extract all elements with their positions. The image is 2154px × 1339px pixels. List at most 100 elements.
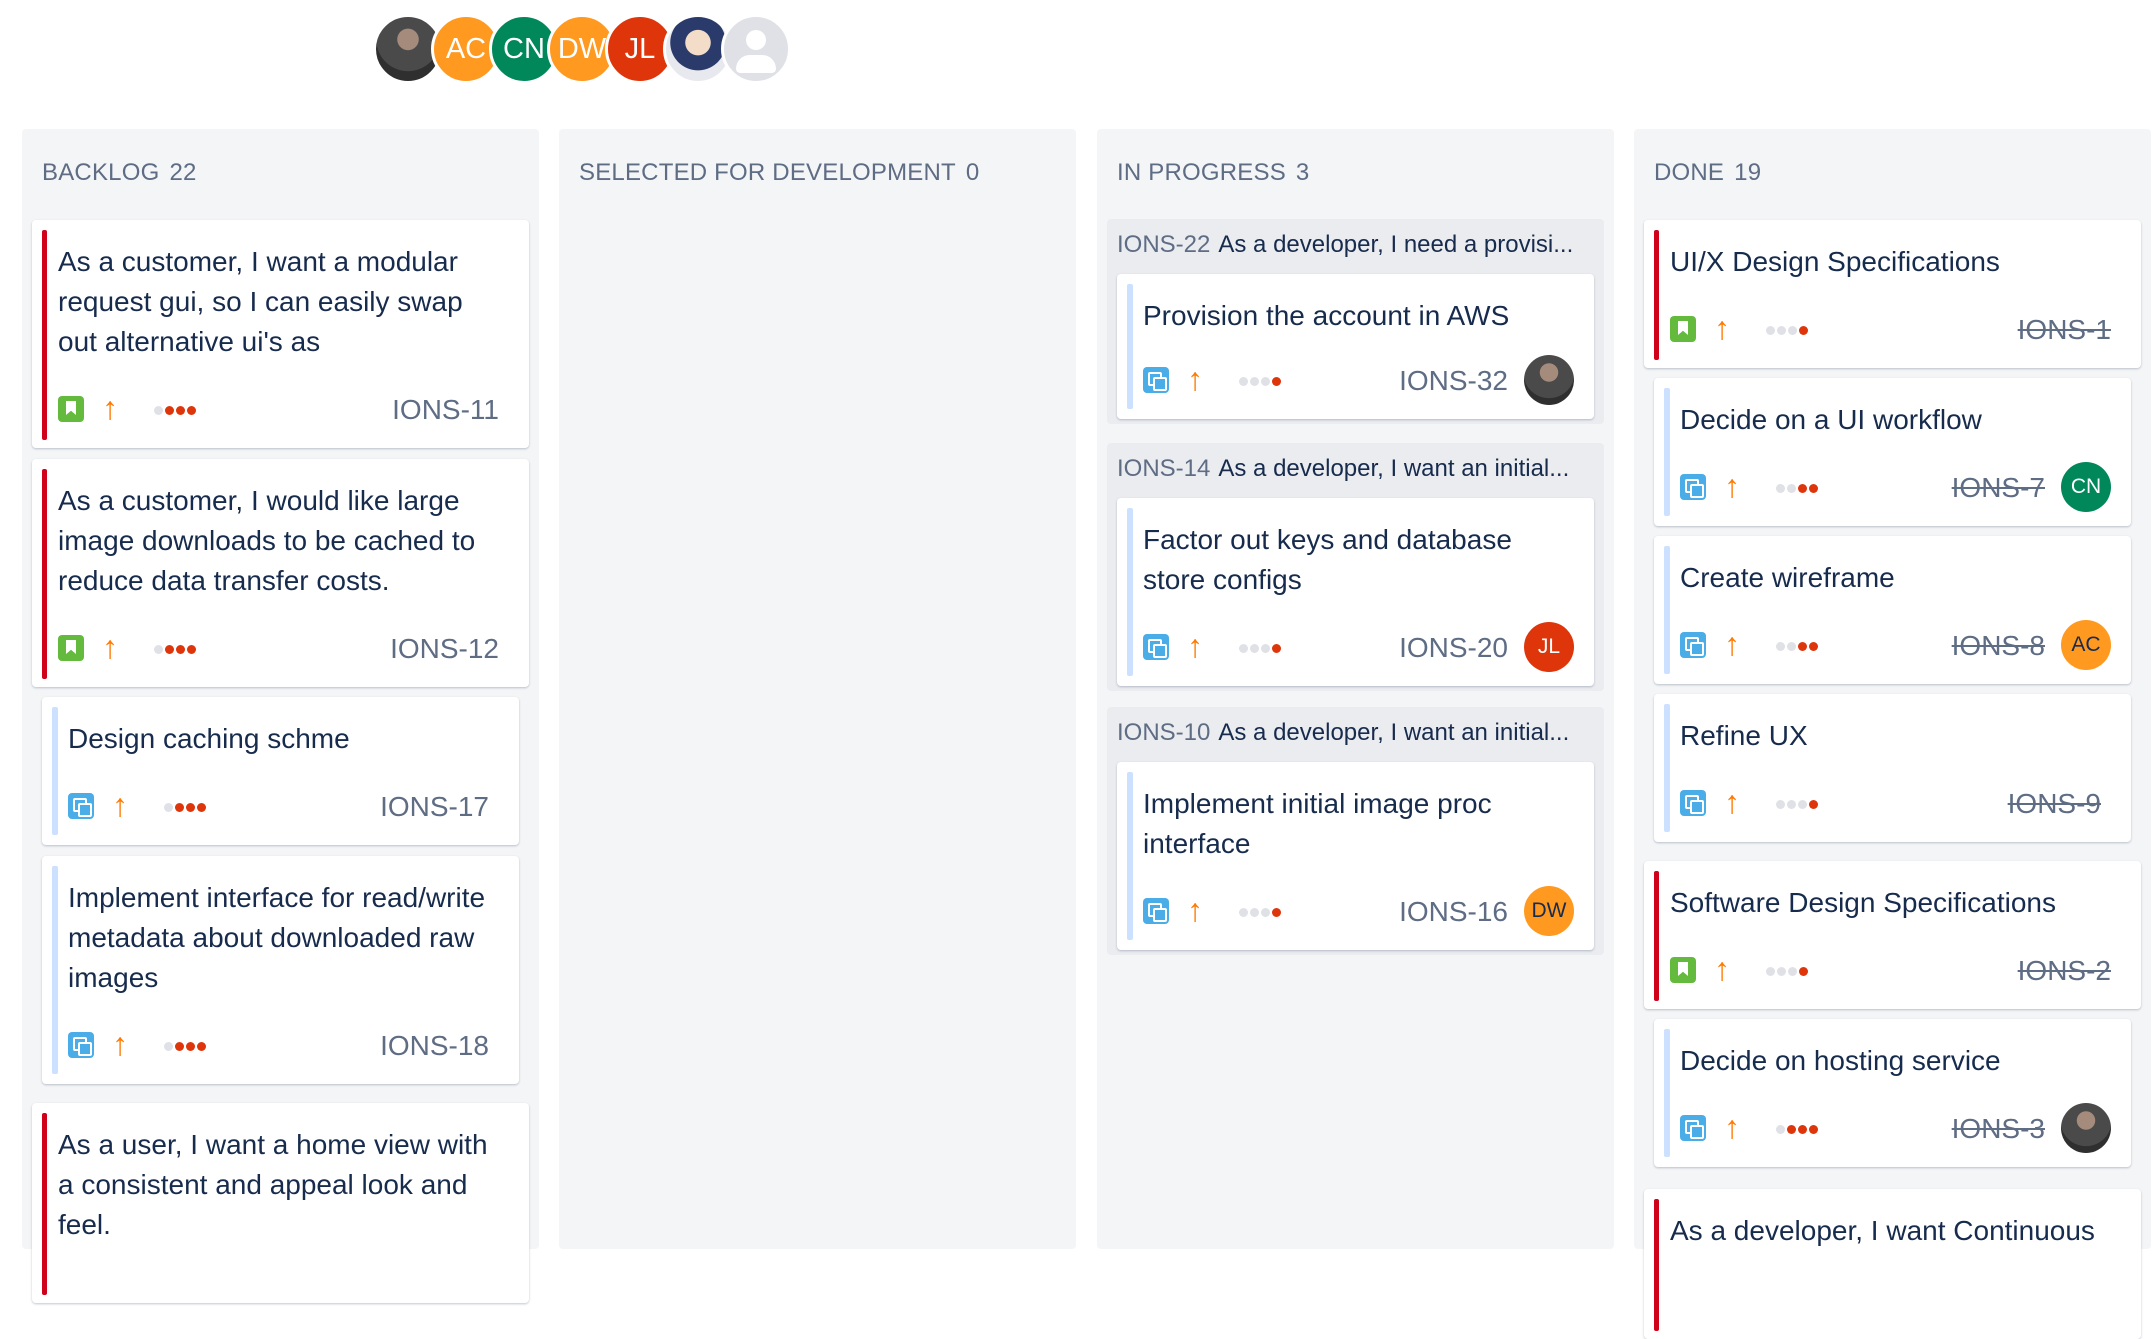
assignee-avatar[interactable]: CN bbox=[2061, 462, 2111, 512]
issue-card[interactable]: Software Design Specifications ↑ IONS-2 bbox=[1644, 861, 2141, 1009]
assignee-avatar[interactable] bbox=[2061, 1103, 2111, 1153]
epic-stripe bbox=[1654, 871, 1659, 1001]
priority-high-icon: ↑ bbox=[112, 1026, 128, 1062]
issue-card[interactable]: UI/X Design Specifications ↑ IONS-1 bbox=[1644, 220, 2141, 368]
card-meta: ↑ IONS-2 bbox=[1670, 951, 2111, 987]
column-in-progress: IN PROGRESS 3 IONS-22 As a developer, I ne… bbox=[1097, 129, 1614, 1249]
issue-key[interactable]: IONS-20 bbox=[1399, 632, 1508, 664]
issue-card[interactable]: As a developer, I want Continuous bbox=[1644, 1189, 2141, 1339]
card-meta: ↑ IONS-3 bbox=[1680, 1103, 2111, 1153]
subtask-stripe bbox=[1127, 508, 1133, 676]
issue-key[interactable]: IONS-2 bbox=[2018, 955, 2111, 987]
estimate-dots-icon bbox=[1776, 800, 1820, 810]
card-title: As a customer, I would like large image … bbox=[58, 485, 476, 596]
subtask-card[interactable]: Implement initial image proc interface ↑… bbox=[1117, 762, 1594, 950]
issue-key[interactable]: IONS-17 bbox=[380, 791, 489, 823]
unassigned-avatar-icon[interactable] bbox=[721, 14, 791, 84]
issue-key[interactable]: IONS-12 bbox=[390, 633, 499, 665]
epic-stripe bbox=[42, 469, 47, 679]
subtask-card[interactable]: Design caching schme ↑ IONS-17 bbox=[42, 697, 519, 845]
story-icon bbox=[1670, 316, 1696, 342]
priority-high-icon: ↑ bbox=[1714, 951, 1730, 987]
subtask-stripe bbox=[52, 707, 58, 835]
parent-issue-header[interactable]: IONS-22 As a developer, I need a provisi.… bbox=[1117, 231, 1594, 259]
issue-card[interactable]: As a customer, I would like large image … bbox=[32, 459, 529, 687]
parent-issue-group: IONS-22 As a developer, I need a provisi.… bbox=[1107, 219, 1604, 424]
parent-issue-group: IONS-14 As a developer, I want an initial… bbox=[1107, 443, 1604, 691]
card-title: Decide on a UI workflow bbox=[1680, 404, 1982, 435]
card-meta: ↑ IONS-7 CN bbox=[1680, 462, 2111, 512]
card-meta: ↑ IONS-11 bbox=[58, 390, 499, 426]
estimate-dots-icon bbox=[1239, 908, 1283, 918]
card-meta: ↑ IONS-32 bbox=[1143, 355, 1574, 405]
estimate-dots-icon bbox=[1776, 1125, 1820, 1135]
issue-key[interactable]: IONS-11 bbox=[392, 394, 499, 426]
subtask-stripe bbox=[1664, 1029, 1670, 1157]
card-meta: ↑ IONS-1 bbox=[1670, 310, 2111, 346]
subtask-icon bbox=[1680, 1115, 1706, 1141]
issue-card[interactable]: As a user, I want a home view with a con… bbox=[32, 1103, 529, 1303]
column-done: DONE 19 UI/X Design Specifications ↑ IONS… bbox=[1634, 129, 2151, 1339]
column-backlog: BACKLOG 22 As a customer, I want a modula… bbox=[22, 129, 539, 1303]
issue-key[interactable]: IONS-1 bbox=[2018, 314, 2111, 346]
card-meta: ↑ IONS-18 bbox=[68, 1026, 489, 1062]
subtask-icon bbox=[1143, 634, 1169, 660]
subtask-icon bbox=[1680, 790, 1706, 816]
story-icon bbox=[1670, 957, 1696, 983]
priority-high-icon: ↑ bbox=[1187, 628, 1203, 664]
priority-high-icon: ↑ bbox=[112, 787, 128, 823]
parent-issue-header[interactable]: IONS-10 As a developer, I want an initial… bbox=[1117, 719, 1594, 747]
subtask-card[interactable]: Implement interface for read/write metad… bbox=[42, 856, 519, 1084]
subtask-card[interactable]: Provision the account in AWS ↑ IONS-32 bbox=[1117, 274, 1594, 419]
card-meta: ↑ IONS-17 bbox=[68, 787, 489, 823]
card-title: As a user, I want a home view with a con… bbox=[58, 1129, 488, 1240]
card-title: Design caching schme bbox=[68, 723, 350, 754]
subtask-card[interactable]: Create wireframe ↑ IONS-8 AC bbox=[1654, 536, 2131, 684]
priority-high-icon: ↑ bbox=[102, 390, 118, 426]
priority-high-icon: ↑ bbox=[1187, 892, 1203, 928]
issue-card[interactable]: As a customer, I want a modular request … bbox=[32, 220, 529, 448]
card-title: Refine UX bbox=[1680, 720, 1808, 751]
parent-issue-header[interactable]: IONS-14 As a developer, I want an initial… bbox=[1117, 455, 1594, 483]
priority-high-icon: ↑ bbox=[1187, 361, 1203, 397]
card-title: UI/X Design Specifications bbox=[1670, 246, 2000, 277]
estimate-dots-icon bbox=[164, 1042, 208, 1052]
subtask-icon bbox=[1143, 898, 1169, 924]
column-header: BACKLOG 22 bbox=[42, 159, 197, 186]
estimate-dots-icon bbox=[1239, 644, 1283, 654]
issue-key[interactable]: IONS-16 bbox=[1399, 896, 1508, 928]
assignee-avatar[interactable]: DW bbox=[1524, 886, 1574, 936]
subtask-icon bbox=[1680, 632, 1706, 658]
epic-stripe bbox=[42, 1113, 47, 1295]
subtask-stripe bbox=[1127, 772, 1133, 940]
subtask-card[interactable]: Refine UX ↑ IONS-9 bbox=[1654, 694, 2131, 842]
assignee-avatar[interactable] bbox=[1524, 355, 1574, 405]
assignee-avatar[interactable]: AC bbox=[2061, 620, 2111, 670]
estimate-dots-icon bbox=[154, 406, 198, 416]
subtask-stripe bbox=[1664, 704, 1670, 832]
issue-key[interactable]: IONS-18 bbox=[380, 1030, 489, 1062]
card-meta: ↑ IONS-9 bbox=[1680, 784, 2101, 820]
subtask-stripe bbox=[1664, 388, 1670, 516]
story-icon bbox=[58, 396, 84, 422]
issue-key[interactable]: IONS-9 bbox=[2008, 788, 2101, 820]
subtask-card[interactable]: Factor out keys and database store confi… bbox=[1117, 498, 1594, 686]
priority-high-icon: ↑ bbox=[1724, 1109, 1740, 1145]
assignee-avatar[interactable]: JL bbox=[1524, 622, 1574, 672]
card-title: Create wireframe bbox=[1680, 562, 1895, 593]
issue-key[interactable]: IONS-7 bbox=[1952, 472, 2045, 504]
priority-high-icon: ↑ bbox=[1724, 468, 1740, 504]
card-title: Provision the account in AWS bbox=[1143, 300, 1510, 331]
card-meta: ↑ IONS-8 AC bbox=[1680, 620, 2111, 670]
issue-key[interactable]: IONS-32 bbox=[1399, 365, 1508, 397]
subtask-stripe bbox=[52, 866, 58, 1074]
estimate-dots-icon bbox=[164, 803, 208, 813]
subtask-card[interactable]: Decide on a UI workflow ↑ IONS-7 CN bbox=[1654, 378, 2131, 526]
subtask-icon bbox=[1143, 367, 1169, 393]
card-title: Factor out keys and database store confi… bbox=[1143, 524, 1512, 595]
issue-key[interactable]: IONS-8 bbox=[1952, 630, 2045, 662]
subtask-card[interactable]: Decide on hosting service ↑ IONS-3 bbox=[1654, 1019, 2131, 1167]
card-title: Implement initial image proc interface bbox=[1143, 788, 1492, 859]
issue-key[interactable]: IONS-3 bbox=[1952, 1113, 2045, 1145]
card-title: Implement interface for read/write metad… bbox=[68, 882, 486, 993]
